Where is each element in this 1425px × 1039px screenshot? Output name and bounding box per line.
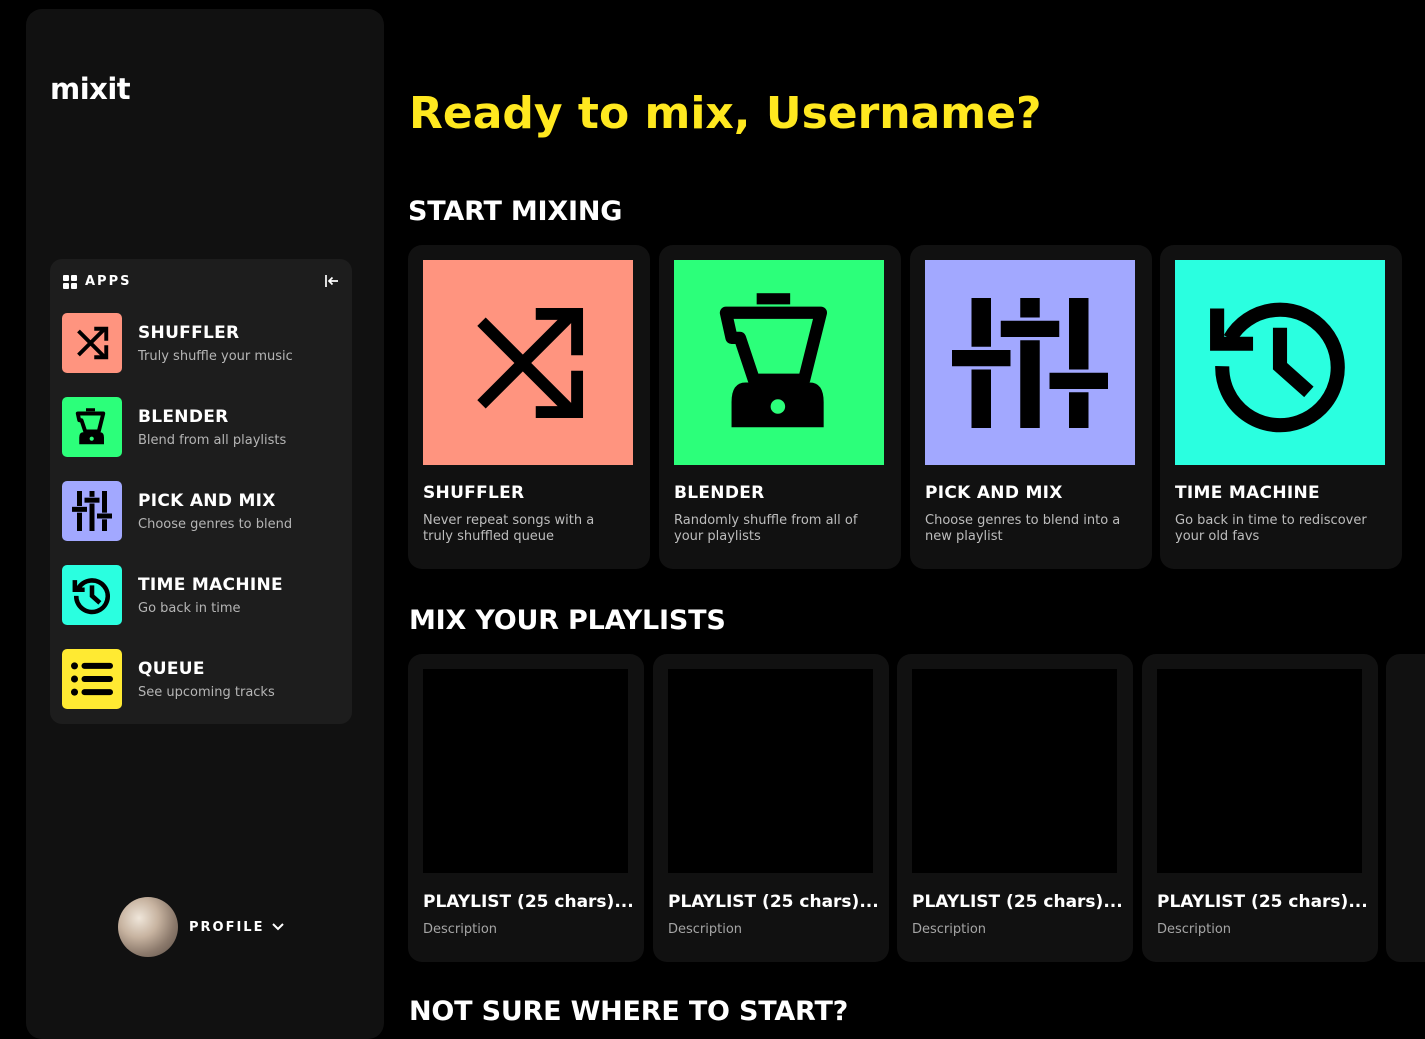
playlist-cover — [668, 669, 873, 873]
sliders-icon — [72, 491, 112, 531]
profile-label: PROFILE — [189, 919, 265, 935]
queue-tile — [62, 649, 122, 709]
history-icon — [72, 578, 110, 615]
apps-panel: APPS SHUFFLER Truly shuffle your music B… — [50, 259, 352, 724]
sidebar-item-time-machine[interactable]: TIME MACHINE Go back in time — [62, 564, 344, 626]
grid-icon — [63, 274, 77, 289]
chevron-down-icon[interactable] — [272, 923, 285, 931]
sidebar-item-subtitle: See upcoming tracks — [138, 684, 275, 700]
sidebar-item-blender[interactable]: BLENDER Blend from all playlists — [62, 396, 344, 458]
logo[interactable]: mixit — [50, 72, 131, 106]
sidebar-item-pick-and-mix[interactable]: PICK AND MIX Choose genres to blend — [62, 480, 344, 542]
playlist-description: Description — [1157, 922, 1232, 937]
playlist-cover — [1157, 669, 1362, 873]
app-card-blender[interactable]: BLENDER Randomly shuffle from all of you… — [659, 245, 901, 569]
apps-header: APPS — [63, 274, 131, 289]
next-section-heading: NOT SURE WHERE TO START? — [409, 996, 849, 1027]
pick-and-mix-artwork — [925, 260, 1135, 465]
playlist-title: PLAYLIST (25 chars)... — [1157, 892, 1368, 912]
playlist-title: PLAYLIST (25 chars)... — [912, 892, 1123, 912]
time-machine-tile — [62, 565, 122, 625]
playlist-title: PLAYLIST (25 chars)... — [668, 892, 879, 912]
sliders-icon — [952, 297, 1108, 428]
card-title: TIME MACHINE — [1175, 483, 1320, 503]
profile-menu[interactable]: PROFILE — [118, 897, 285, 957]
sidebar-item-subtitle: Truly shuffle your music — [138, 348, 293, 364]
playlists-heading: MIX YOUR PLAYLISTS — [409, 605, 726, 636]
start-mixing-heading: START MIXING — [408, 196, 623, 227]
card-title: BLENDER — [674, 483, 765, 503]
sidebar-item-title: SHUFFLER — [138, 322, 240, 343]
sidebar-item-subtitle: Go back in time — [138, 600, 241, 616]
collapse-sidebar-icon[interactable] — [324, 273, 340, 289]
playlist-card[interactable]: PLAYLIST (25 chars)... Description — [897, 654, 1133, 962]
shuffler-tile — [62, 313, 122, 373]
avatar[interactable] — [118, 897, 178, 957]
sidebar-item-shuffler[interactable]: SHUFFLER Truly shuffle your music — [62, 312, 344, 374]
playlist-title: PLAYLIST (25 chars)... — [423, 892, 634, 912]
blender-icon — [75, 408, 106, 445]
time-machine-artwork — [1175, 260, 1385, 465]
app-card-pick-and-mix[interactable]: PICK AND MIX Choose genres to blend into… — [910, 245, 1152, 569]
card-title: SHUFFLER — [423, 483, 525, 503]
app-card-shuffler[interactable]: SHUFFLER Never repeat songs with a truly… — [408, 245, 650, 569]
shuffle-icon — [477, 307, 584, 418]
page-title: Ready to mix, Username? — [409, 88, 1042, 139]
playlist-card[interactable]: PLAYLIST (25 chars)... Description — [408, 654, 644, 962]
card-description: Randomly shuffle from all of your playli… — [674, 513, 858, 544]
playlist-description: Description — [912, 922, 987, 937]
sidebar-item-title: QUEUE — [138, 658, 205, 679]
playlist-description: Description — [423, 922, 498, 937]
sidebar-item-title: PICK AND MIX — [138, 490, 276, 511]
sidebar-item-title: TIME MACHINE — [138, 574, 283, 595]
shuffle-icon — [77, 326, 109, 360]
card-title: PICK AND MIX — [925, 483, 1063, 503]
playlist-card-partial[interactable] — [1386, 654, 1425, 962]
sidebar-item-queue[interactable]: QUEUE See upcoming tracks — [62, 648, 344, 710]
app-card-time-machine[interactable]: TIME MACHINE Go back in time to rediscov… — [1160, 245, 1402, 569]
playlist-description: Description — [668, 922, 743, 937]
shuffler-artwork — [423, 260, 633, 465]
apps-label: APPS — [85, 274, 132, 289]
sidebar-item-subtitle: Choose genres to blend — [138, 516, 293, 532]
pick-and-mix-tile — [62, 481, 122, 541]
sidebar: mixit APPS SHUFFLER Truly shuffle your m… — [26, 9, 384, 1039]
playlist-cover — [912, 669, 1117, 873]
list-icon — [71, 662, 113, 696]
blender-icon — [719, 292, 828, 427]
blender-tile — [62, 397, 122, 457]
card-description: Go back in time to rediscover your old f… — [1175, 513, 1367, 544]
sidebar-item-subtitle: Blend from all playlists — [138, 432, 287, 448]
card-description: Never repeat songs with a truly shuffled… — [423, 513, 595, 544]
playlist-card[interactable]: PLAYLIST (25 chars)... Description — [653, 654, 889, 962]
blender-artwork — [674, 260, 884, 465]
playlist-cover — [423, 669, 628, 873]
card-description: Choose genres to blend into a new playli… — [925, 513, 1121, 544]
history-icon — [1210, 302, 1345, 432]
playlist-card[interactable]: PLAYLIST (25 chars)... Description — [1142, 654, 1378, 962]
sidebar-item-title: BLENDER — [138, 406, 229, 427]
